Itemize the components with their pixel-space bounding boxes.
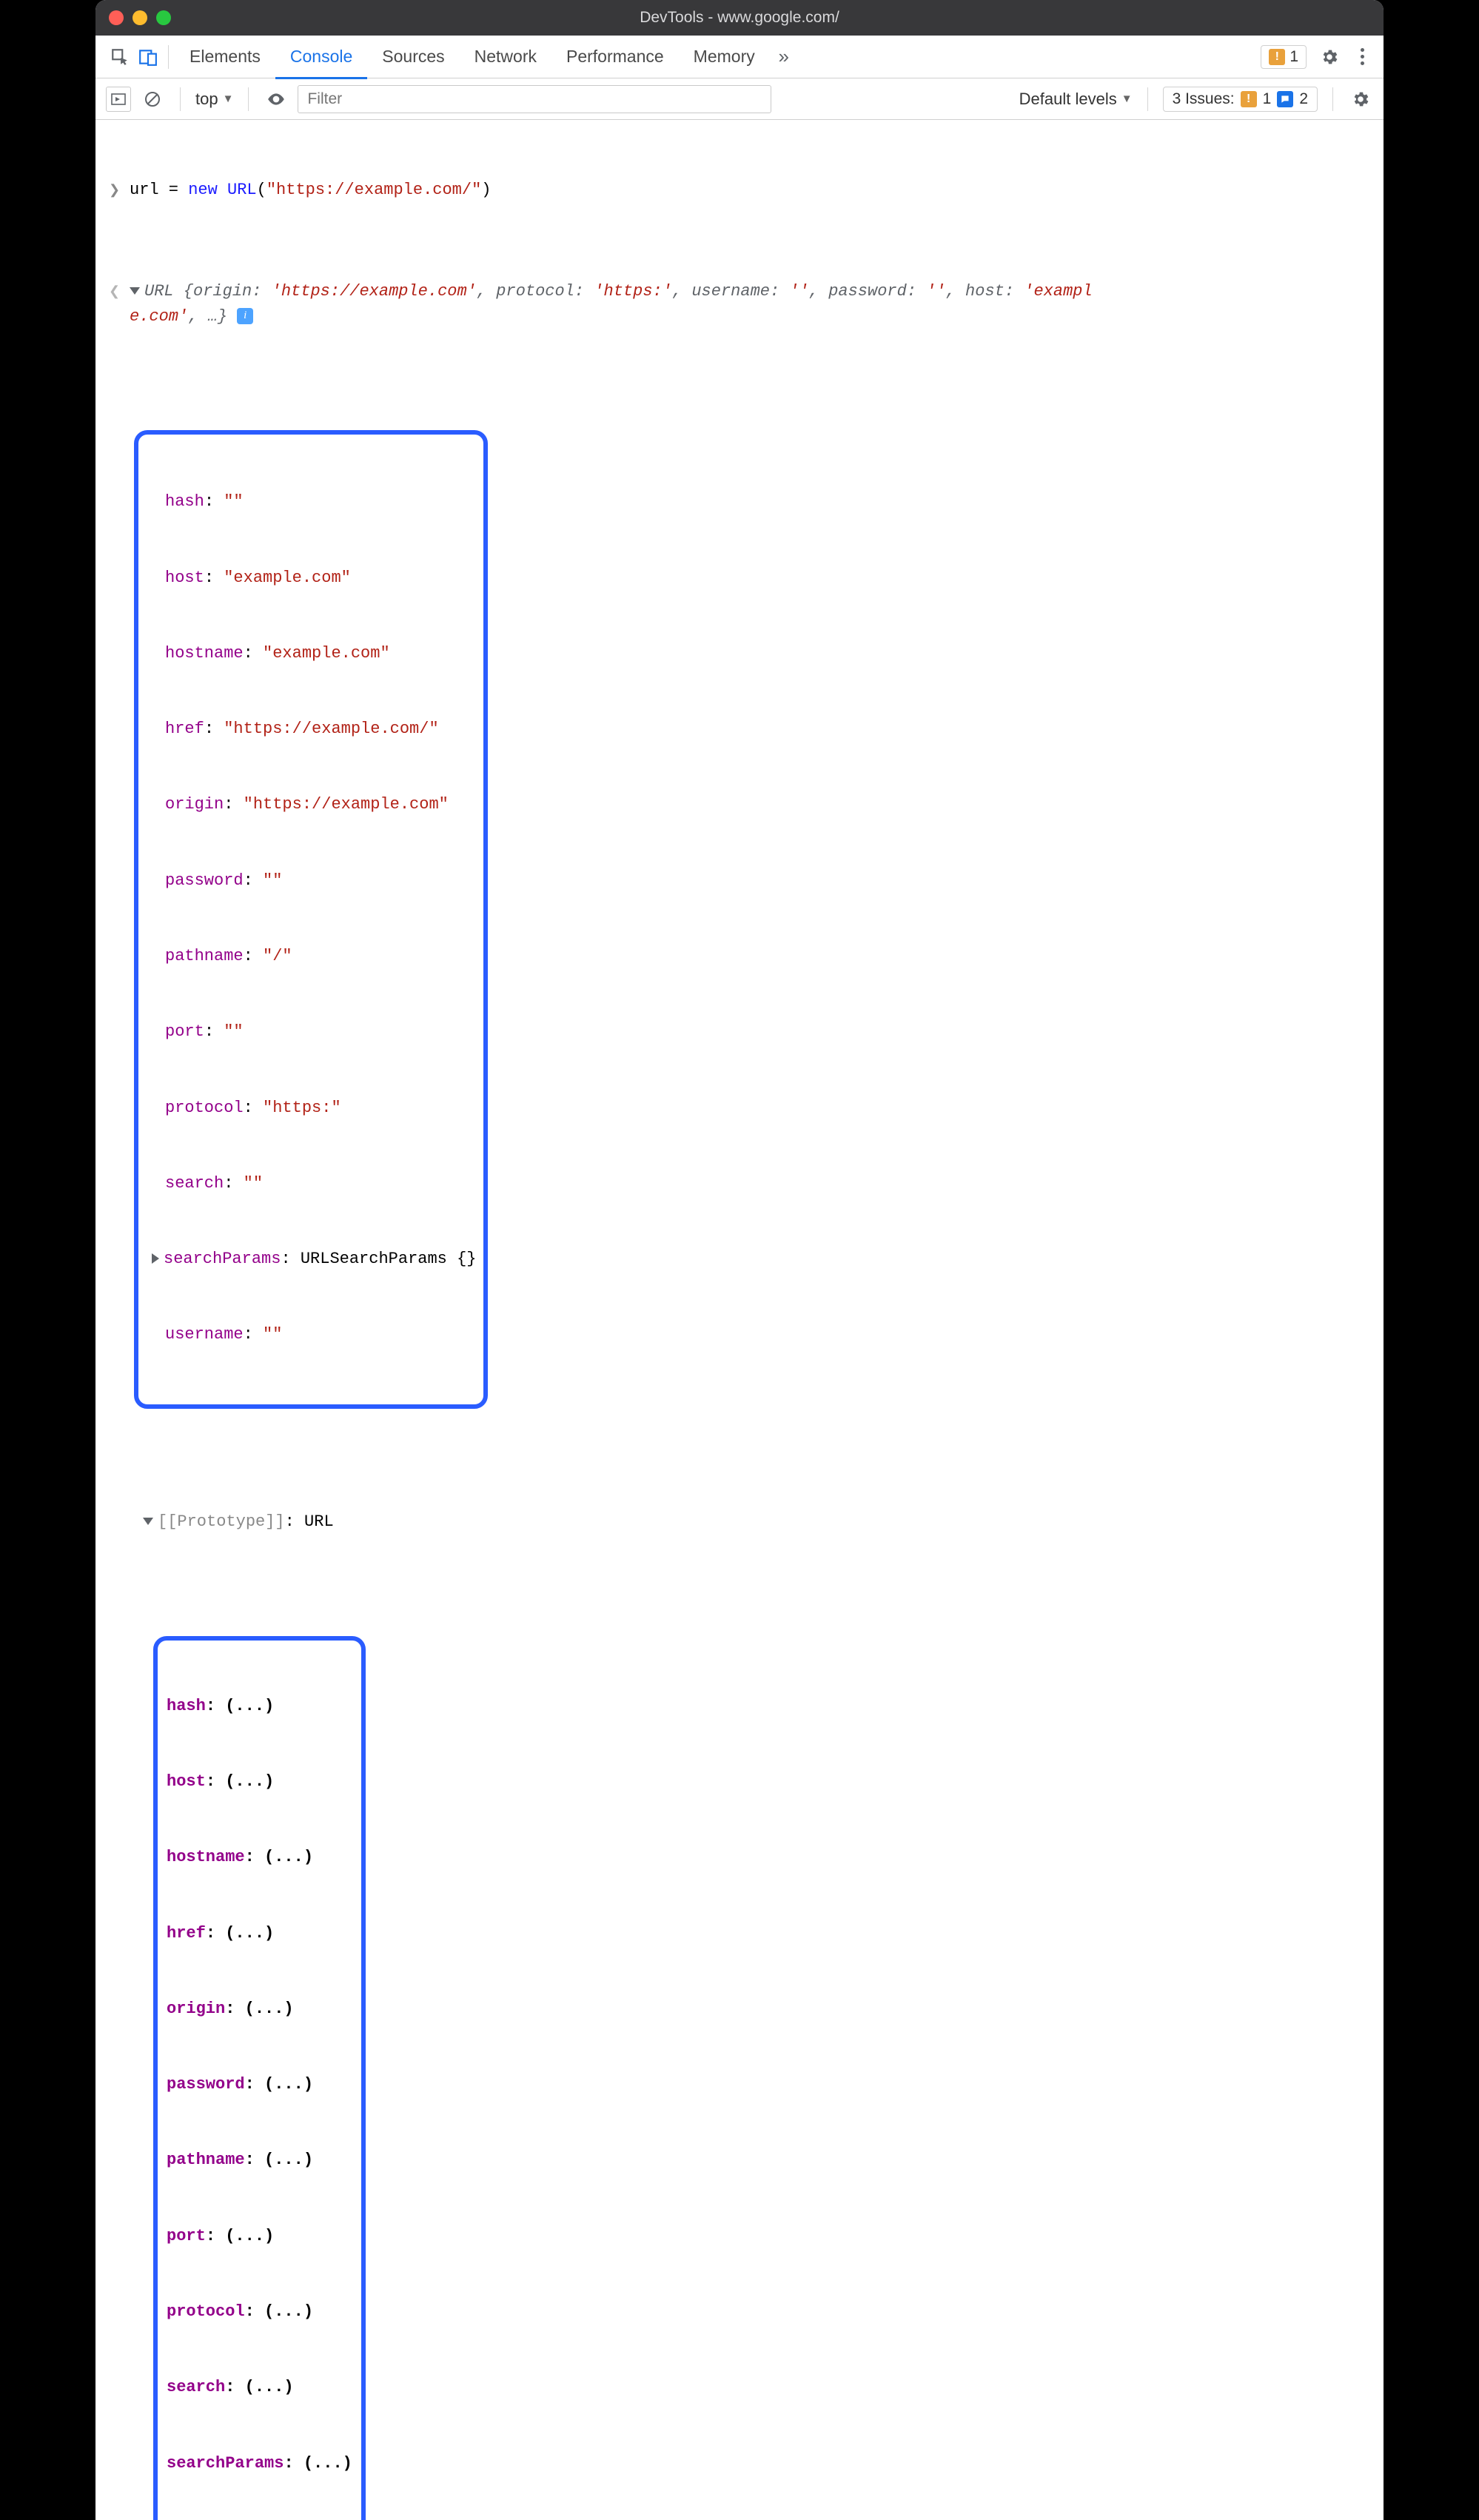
console-toolbar: top ▼ Default levels ▼ 3 Issues: ! 1 2 <box>95 78 1384 120</box>
proto-prop-row[interactable]: pathname: (...) <box>167 2148 352 2173</box>
main-tabbar: Elements Console Sources Network Perform… <box>95 36 1384 78</box>
proto-prop-row[interactable]: hash: (...) <box>167 1694 352 1719</box>
warning-icon: ! <box>1269 49 1285 65</box>
prop-row[interactable]: host: "example.com" <box>165 566 476 591</box>
info-icon <box>1277 91 1293 107</box>
tab-elements[interactable]: Elements <box>175 42 275 71</box>
tab-network[interactable]: Network <box>460 42 551 71</box>
input-code: url = new URL("https://example.com/") <box>130 178 1370 203</box>
result-icon <box>109 279 130 304</box>
devtools-window: DevTools - www.google.com/ Elements Cons… <box>95 0 1384 2520</box>
prop-row[interactable]: username: "" <box>165 1322 476 1347</box>
tab-sources[interactable]: Sources <box>367 42 459 71</box>
expand-toggle-icon[interactable] <box>130 287 140 295</box>
sidebar-toggle-icon[interactable] <box>106 87 131 112</box>
live-expression-icon[interactable] <box>264 87 289 112</box>
tab-memory[interactable]: Memory <box>679 42 770 71</box>
object-preview: URL {origin: 'https://example.com', prot… <box>130 282 1093 326</box>
proto-prop-row[interactable]: password: (...) <box>167 2072 352 2097</box>
prop-row[interactable]: searchParams: URLSearchParams {} <box>152 1247 476 1272</box>
divider <box>180 87 181 111</box>
issues-label: 3 Issues: <box>1173 90 1235 108</box>
info-badge-icon[interactable]: i <box>237 308 253 324</box>
context-selector[interactable]: top ▼ <box>195 90 233 109</box>
console-output[interactable]: url = new URL("https://example.com/") UR… <box>95 120 1384 2520</box>
prop-row[interactable]: hostname: "example.com" <box>165 641 476 666</box>
proto-prop-row[interactable]: origin: (...) <box>167 1997 352 2022</box>
clear-console-icon[interactable] <box>140 87 165 112</box>
issues-count: 1 <box>1289 48 1298 66</box>
prototype-row[interactable]: [[Prototype]]: URL <box>109 1509 1370 1535</box>
log-levels-selector[interactable]: Default levels ▼ <box>1019 90 1133 109</box>
console-settings-icon[interactable] <box>1348 87 1373 112</box>
filter-input[interactable] <box>298 85 771 113</box>
issues-info-count: 2 <box>1299 90 1308 108</box>
context-label: top <box>195 90 218 109</box>
proto-prop-row[interactable]: port: (...) <box>167 2224 352 2249</box>
prop-row[interactable]: origin: "https://example.com" <box>165 792 476 817</box>
divider <box>1332 87 1333 111</box>
console-result-row[interactable]: URL {origin: 'https://example.com', prot… <box>109 279 1370 329</box>
warning-icon: ! <box>1241 91 1257 107</box>
window-controls <box>109 10 171 25</box>
issues-warn-count: 1 <box>1263 90 1272 108</box>
prototype-getters-box: hash: (...) host: (...) hostname: (...) … <box>153 1636 366 2520</box>
proto-prop-row[interactable]: href: (...) <box>167 1921 352 1946</box>
prop-row[interactable]: port: "" <box>165 1019 476 1045</box>
divider <box>168 45 169 69</box>
minimize-window-button[interactable] <box>133 10 147 25</box>
tab-performance[interactable]: Performance <box>551 42 679 71</box>
divider <box>1147 87 1148 111</box>
prop-row[interactable]: password: "" <box>165 868 476 894</box>
prop-row[interactable]: pathname: "/" <box>165 944 476 969</box>
settings-icon[interactable] <box>1315 43 1344 71</box>
expand-toggle-icon[interactable] <box>152 1253 159 1264</box>
kebab-menu-icon[interactable] <box>1351 48 1373 65</box>
proto-prop-row[interactable]: search: (...) <box>167 2375 352 2400</box>
proto-prop-row[interactable]: searchParams: (...) <box>167 2451 352 2476</box>
prop-row[interactable]: href: "https://example.com/" <box>165 717 476 742</box>
prop-row[interactable]: search: "" <box>165 1171 476 1196</box>
result-summary[interactable]: URL {origin: 'https://example.com', prot… <box>130 279 1370 329</box>
console-input-row: url = new URL("https://example.com/") <box>109 178 1370 203</box>
levels-label: Default levels <box>1019 90 1117 109</box>
proto-prop-row[interactable]: host: (...) <box>167 1769 352 1795</box>
maximize-window-button[interactable] <box>156 10 171 25</box>
divider <box>248 87 249 111</box>
chevron-down-icon: ▼ <box>1121 93 1133 105</box>
chevron-down-icon: ▼ <box>223 93 234 105</box>
proto-prop-row[interactable]: hostname: (...) <box>167 1845 352 1870</box>
issues-summary[interactable]: 3 Issues: ! 1 2 <box>1163 87 1318 112</box>
own-properties-box: hash: "" host: "example.com" hostname: "… <box>134 430 488 1409</box>
prop-row[interactable]: hash: "" <box>165 489 476 515</box>
close-window-button[interactable] <box>109 10 124 25</box>
titlebar[interactable]: DevTools - www.google.com/ <box>95 0 1384 36</box>
inspect-element-icon[interactable] <box>106 43 134 71</box>
proto-prop-row[interactable]: protocol: (...) <box>167 2299 352 2325</box>
device-toolbar-icon[interactable] <box>134 43 162 71</box>
tab-console[interactable]: Console <box>275 42 367 79</box>
window-title: DevTools - www.google.com/ <box>95 9 1384 27</box>
issues-button[interactable]: ! 1 <box>1261 45 1307 69</box>
more-tabs-icon[interactable]: » <box>770 43 798 71</box>
prompt-icon <box>109 178 130 203</box>
expand-toggle-icon[interactable] <box>143 1518 153 1525</box>
prop-row[interactable]: protocol: "https:" <box>165 1096 476 1121</box>
